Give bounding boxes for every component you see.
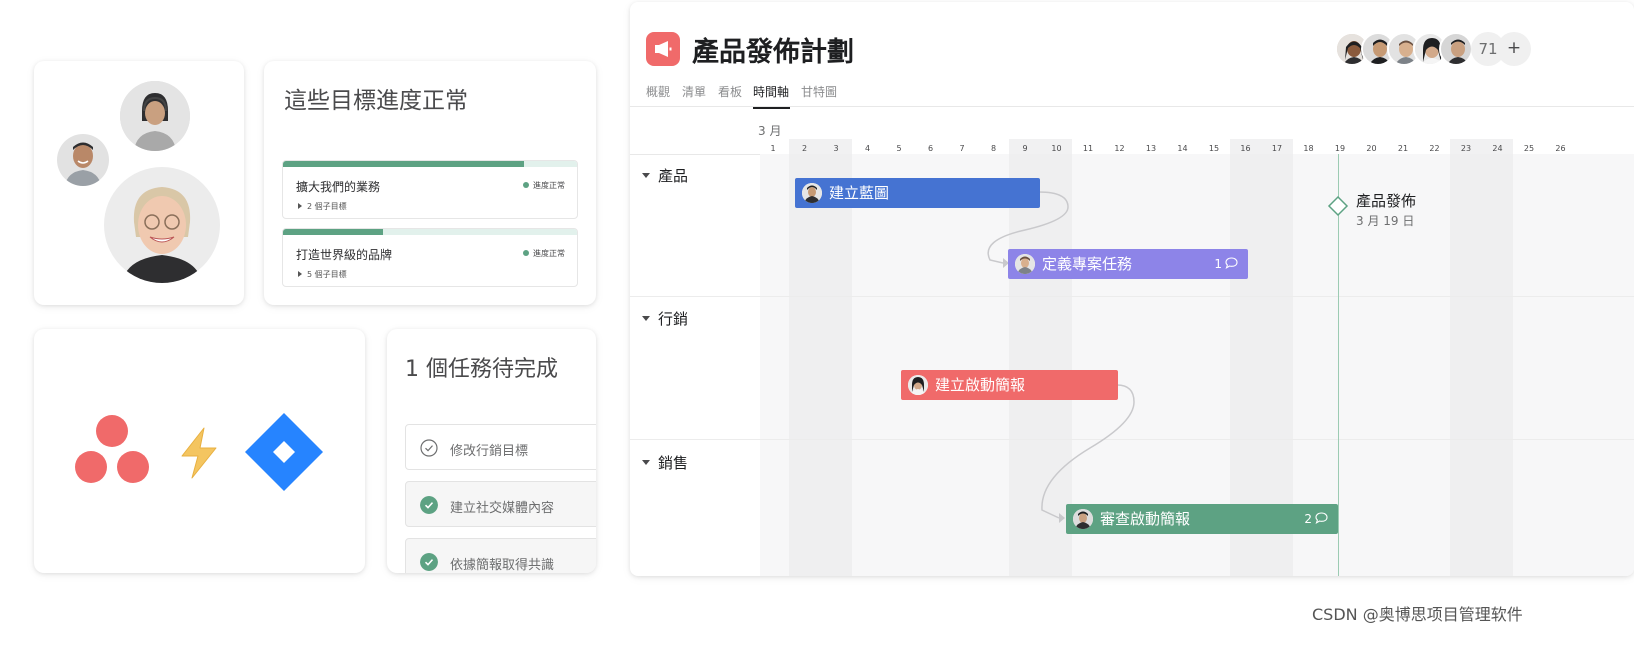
goal-name: 擴大我們的業務 [296, 180, 381, 194]
task-label: 建立社交媒體內容 [450, 501, 555, 516]
comment-count[interactable]: 2 [1304, 504, 1328, 534]
goal-status-badge: 進度正常 [523, 248, 565, 259]
goal-progress-track [283, 161, 577, 167]
comment-bubble-icon [1315, 512, 1328, 524]
goal-progress-fill [283, 229, 383, 235]
assignee-avatar [1015, 254, 1035, 274]
goal-progress-track [283, 229, 577, 235]
task-bar-label: 定義專案任務 [1042, 255, 1133, 273]
goal-subgoals-text: 2 個子目標 [307, 202, 347, 211]
tasks-card: 1 個任務待完成 修改行銷目標 建立社交媒體內容 依據簡報取得共識 [387, 329, 596, 573]
task-bar-label: 建立啟動簡報 [935, 376, 1026, 394]
task-item[interactable]: 建立社交媒體內容 [405, 481, 596, 527]
task-label: 依據簡報取得共識 [450, 558, 555, 573]
comment-count-text: 1 [1214, 257, 1222, 271]
task-bar-label: 審查啟動簡報 [1100, 510, 1191, 528]
task-bar-review-brief[interactable]: 審查啟動簡報 2 [1066, 504, 1338, 534]
task-item[interactable]: 修改行銷目標 [405, 424, 596, 470]
lightning-bolt-icon [181, 427, 217, 479]
task-label: 修改行銷目標 [450, 444, 529, 459]
comment-count[interactable]: 1 [1214, 249, 1238, 279]
task-bar-define-tasks[interactable]: 定義專案任務 1 [1008, 249, 1248, 279]
goal-item[interactable]: 打造世界級的品牌 進度正常 5 個子目標 [282, 228, 578, 287]
man-smiling-avatar [57, 134, 109, 186]
team-avatars-card [34, 61, 244, 305]
goal-subgoals-toggle[interactable]: 5 個子目標 [298, 269, 347, 280]
checked-circle-icon[interactable] [420, 553, 438, 571]
comment-count-text: 2 [1304, 512, 1312, 526]
asana-logo-icon [75, 415, 149, 483]
woman-glasses-avatar [104, 167, 220, 283]
goal-name: 打造世界級的品牌 [296, 248, 393, 262]
dependency-connectors [987, 191, 1135, 523]
goal-status-text: 進度正常 [533, 181, 565, 190]
tasks-card-title: 1 個任務待完成 [405, 357, 558, 382]
goal-item[interactable]: 擴大我們的業務 進度正常 2 個子目標 [282, 160, 578, 219]
goals-card-title: 這些目標進度正常 [284, 88, 468, 114]
checked-circle-icon[interactable] [420, 496, 438, 514]
woman-headset-avatar [120, 81, 190, 151]
milestone-date: 3 月 19 日 [1356, 214, 1415, 228]
task-bar-roadmap[interactable]: 建立藍圖 [795, 178, 1040, 208]
unchecked-circle-icon[interactable] [420, 439, 438, 457]
expand-triangle-icon [298, 203, 302, 209]
status-dot-icon [523, 182, 529, 188]
milestone-label: 產品發佈 [1356, 192, 1417, 210]
assignee-avatar [1073, 509, 1093, 529]
task-item[interactable]: 依據簡報取得共識 [405, 538, 596, 573]
task-bar-label: 建立藍圖 [829, 184, 890, 202]
goal-subgoals-text: 5 個子目標 [307, 270, 347, 279]
watermark-text: CSDN @奥博思项目管理软件 [1312, 605, 1523, 624]
jira-logo-icon [245, 413, 323, 491]
goal-subgoals-toggle[interactable]: 2 個子目標 [298, 201, 347, 212]
task-bar-launch-brief[interactable]: 建立啟動簡報 [901, 370, 1118, 400]
milestone-diamond-icon[interactable] [1327, 195, 1349, 217]
integrations-card [34, 329, 365, 573]
goals-card: 這些目標進度正常 擴大我們的業務 進度正常 2 個子目標 打造世界級的品牌 進度… [264, 61, 596, 305]
assignee-avatar [802, 183, 822, 203]
comment-bubble-icon [1225, 257, 1238, 269]
expand-triangle-icon [298, 271, 302, 277]
status-dot-icon [523, 250, 529, 256]
assignee-avatar [908, 375, 928, 395]
goal-status-text: 進度正常 [533, 249, 565, 258]
project-window: 產品發佈計劃 71 + 概觀 清單 看板 時間軸 甘特圖 3 月 1234567… [630, 2, 1634, 576]
goal-progress-fill [283, 161, 525, 167]
goal-status-badge: 進度正常 [523, 180, 565, 191]
